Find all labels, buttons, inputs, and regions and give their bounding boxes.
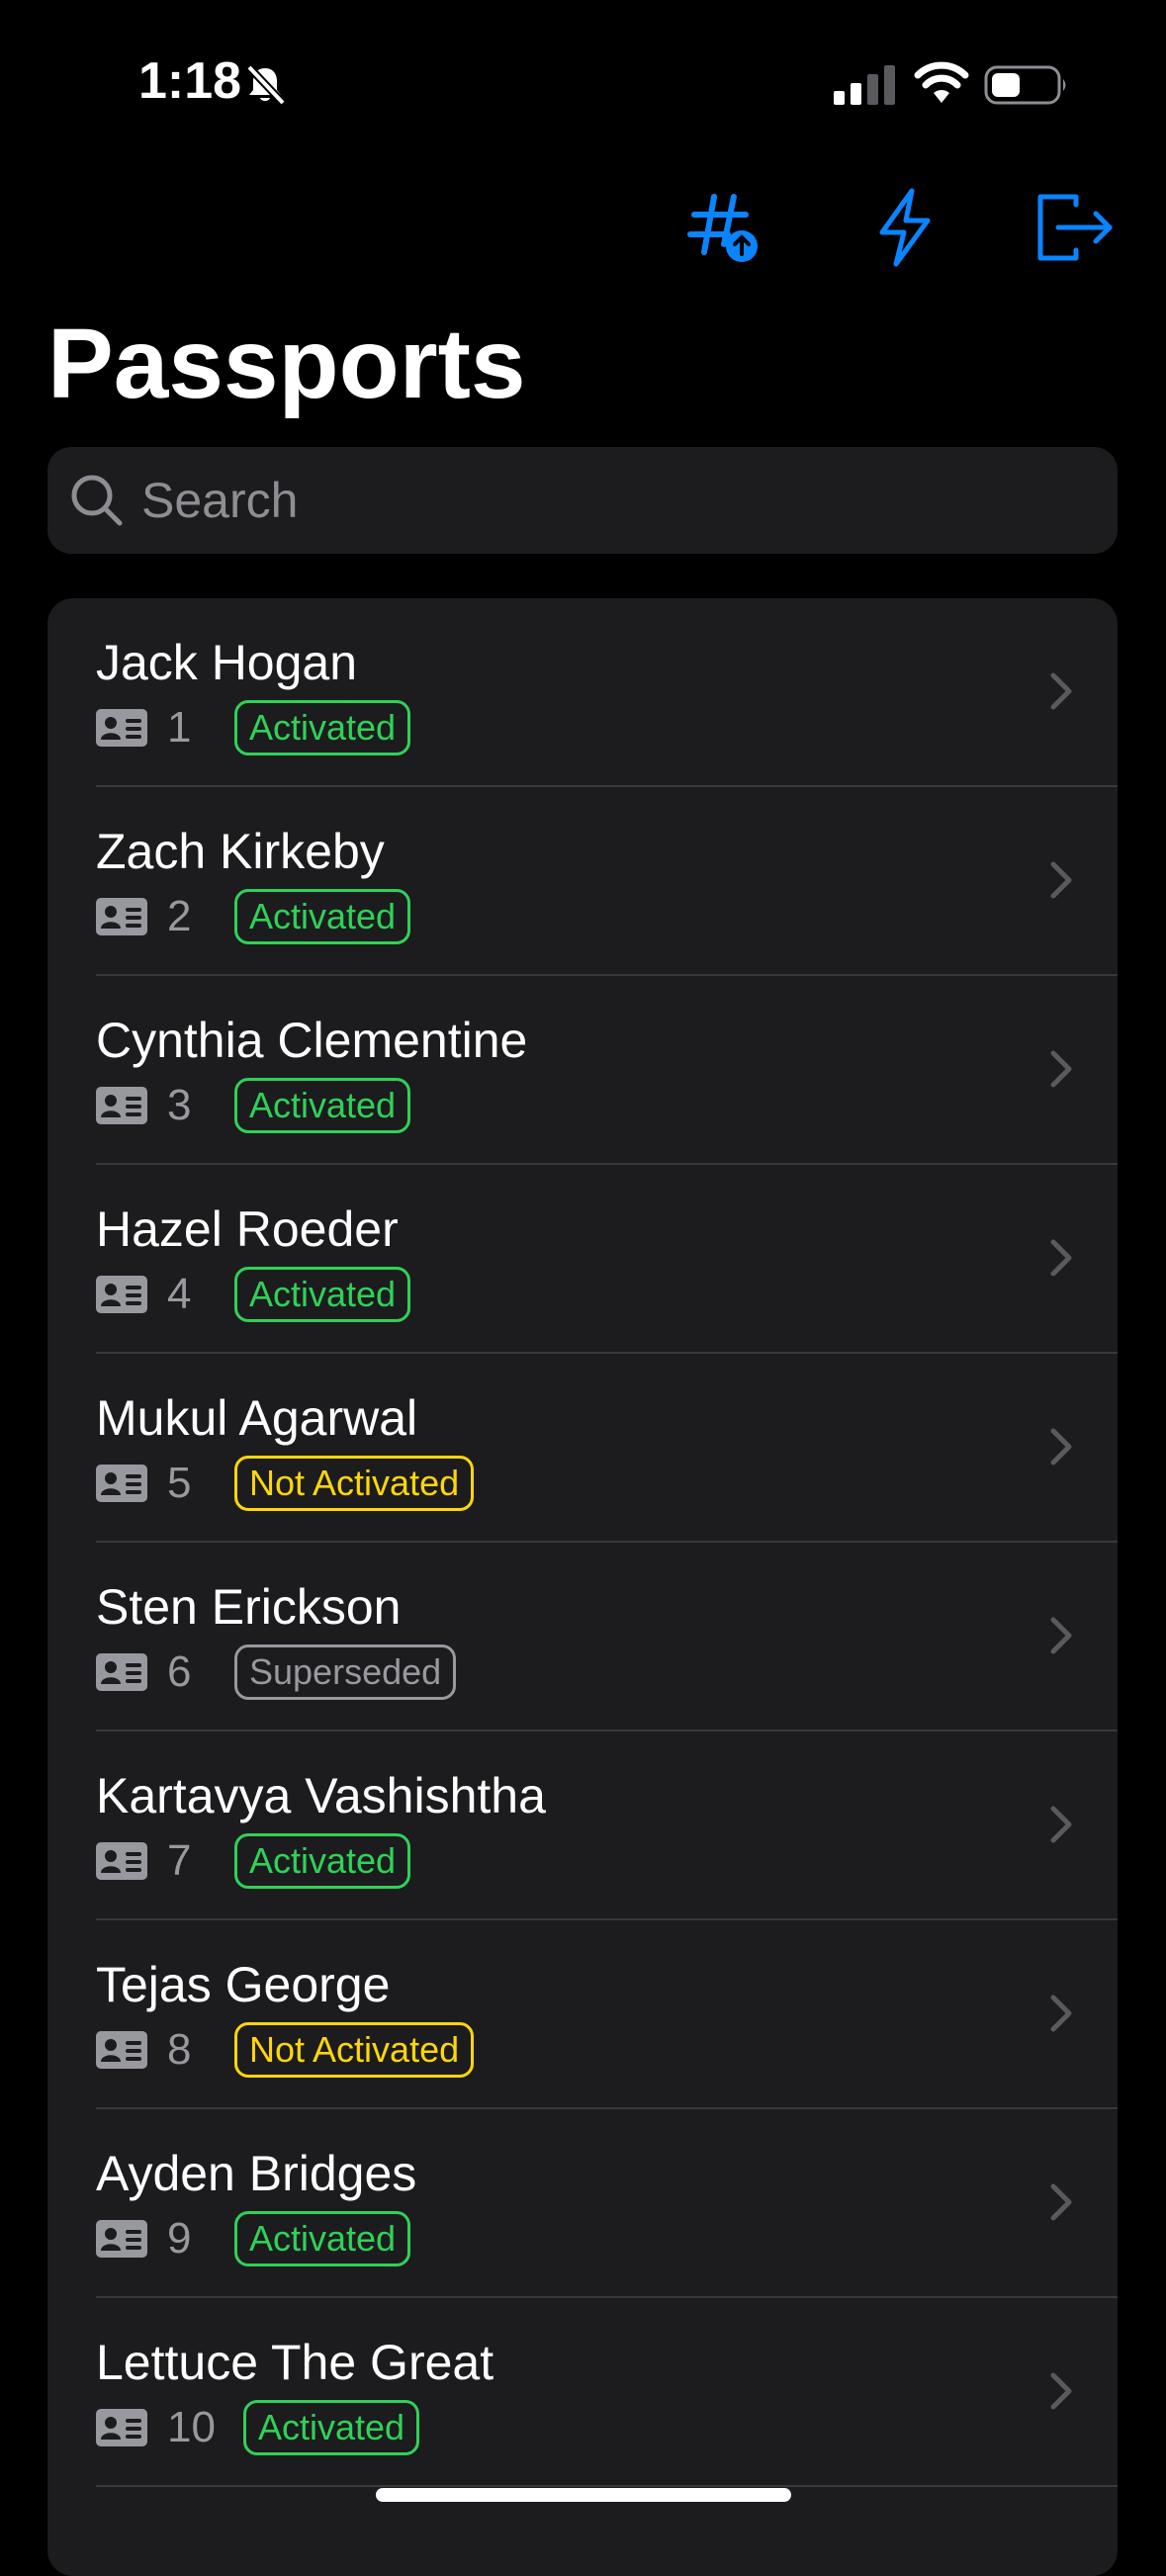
id-card-icon bbox=[96, 898, 147, 935]
status-badge: Activated bbox=[234, 1267, 411, 1322]
passport-row[interactable]: Cynthia Clementine 3 Activated bbox=[47, 976, 1118, 1165]
passport-row[interactable]: Jack Hogan 1 Activated bbox=[47, 598, 1118, 787]
id-card-icon bbox=[96, 709, 147, 747]
chevron-right-icon bbox=[1050, 861, 1072, 899]
passport-row[interactable]: Mukul Agarwal 5 Not Activated bbox=[47, 1354, 1118, 1543]
passport-number: 2 bbox=[167, 892, 192, 940]
passport-name: Mukul Agarwal bbox=[96, 1390, 418, 1446]
cellular-signal-icon bbox=[834, 65, 895, 105]
passport-number: 7 bbox=[167, 1836, 192, 1885]
lightning-bolt-button[interactable] bbox=[860, 183, 949, 272]
passport-name: Cynthia Clementine bbox=[96, 1013, 528, 1068]
passport-meta: 1 Activated bbox=[96, 699, 411, 756]
passport-meta: 3 Activated bbox=[96, 1077, 411, 1134]
id-card-icon bbox=[96, 2031, 147, 2069]
passport-meta: 9 Activated bbox=[96, 2210, 411, 2267]
passport-meta: 5 Not Activated bbox=[96, 1455, 475, 1512]
passport-name: Jack Hogan bbox=[96, 635, 358, 690]
wifi-icon bbox=[914, 61, 969, 105]
passport-meta: 4 Activated bbox=[96, 1266, 411, 1323]
passport-name: Zach Kirkeby bbox=[96, 824, 385, 879]
passport-name: Sten Erickson bbox=[96, 1579, 402, 1635]
lightning-bolt-icon bbox=[879, 188, 931, 267]
passport-number: 4 bbox=[167, 1270, 192, 1318]
battery-icon bbox=[984, 63, 1069, 107]
chevron-right-icon bbox=[1050, 1806, 1072, 1843]
passport-number: 1 bbox=[167, 703, 192, 752]
passport-number: 3 bbox=[167, 1081, 192, 1129]
passport-row[interactable]: Sten Erickson 6 Superseded bbox=[47, 1543, 1118, 1732]
passport-number: 8 bbox=[167, 2025, 192, 2074]
chevron-right-icon bbox=[1050, 672, 1072, 710]
page-title: Passports bbox=[47, 309, 526, 419]
status-bar: 1:18 bbox=[0, 0, 1166, 168]
chevron-right-icon bbox=[1050, 1428, 1072, 1466]
status-badge: Activated bbox=[234, 1078, 411, 1133]
id-card-icon bbox=[96, 1842, 147, 1880]
passport-number: 10 bbox=[167, 2403, 216, 2451]
search-icon bbox=[69, 473, 125, 528]
passport-name: Kartavya Vashishtha bbox=[96, 1768, 546, 1823]
home-indicator[interactable] bbox=[376, 2488, 791, 2502]
search-input[interactable] bbox=[141, 447, 1091, 554]
passport-name: Lettuce The Great bbox=[96, 2335, 494, 2390]
chevron-right-icon bbox=[1050, 1995, 1072, 2032]
passport-row[interactable]: Hazel Roeder 4 Activated bbox=[47, 1165, 1118, 1354]
logout-icon bbox=[1037, 194, 1113, 261]
status-badge: Activated bbox=[234, 889, 411, 944]
status-badge: Activated bbox=[242, 2400, 420, 2455]
status-badge: Not Activated bbox=[234, 1456, 475, 1511]
passport-meta: 2 Activated bbox=[96, 888, 411, 945]
hashtag-upload-icon bbox=[687, 194, 758, 262]
hashtag-upload-button[interactable] bbox=[680, 183, 769, 272]
status-badge: Activated bbox=[234, 2211, 411, 2266]
passport-list: Jack Hogan 1 Activated Zach Kirkeby 2 Activat… bbox=[47, 598, 1118, 2576]
passport-row[interactable]: Tejas George 8 Not Activated bbox=[47, 1920, 1118, 2109]
passport-row[interactable]: Lettuce The Great 10 Activated bbox=[47, 2298, 1118, 2487]
passport-meta: 10 Activated bbox=[96, 2399, 420, 2456]
status-badge: Activated bbox=[234, 700, 411, 755]
passport-meta: 6 Superseded bbox=[96, 1643, 457, 1701]
passport-meta: 7 Activated bbox=[96, 1832, 411, 1890]
passport-row[interactable]: Zach Kirkeby 2 Activated bbox=[47, 787, 1118, 976]
chevron-right-icon bbox=[1050, 2372, 1072, 2410]
passport-meta: 8 Not Activated bbox=[96, 2021, 475, 2079]
passport-name: Hazel Roeder bbox=[96, 1201, 399, 1257]
id-card-icon bbox=[96, 1087, 147, 1124]
chevron-right-icon bbox=[1050, 1617, 1072, 1654]
passport-number: 5 bbox=[167, 1459, 192, 1507]
bell-slash-icon bbox=[243, 63, 287, 107]
id-card-icon bbox=[96, 1465, 147, 1502]
search-bar[interactable] bbox=[47, 447, 1118, 554]
status-badge: Activated bbox=[234, 1833, 411, 1889]
id-card-icon bbox=[96, 2220, 147, 2258]
passport-number: 6 bbox=[167, 1647, 192, 1696]
id-card-icon bbox=[96, 1276, 147, 1313]
status-badge: Superseded bbox=[234, 1644, 457, 1700]
passport-row[interactable]: Ayden Bridges 9 Activated bbox=[47, 2109, 1118, 2298]
passport-row[interactable]: Kartavya Vashishtha 7 Activated bbox=[47, 1732, 1118, 1920]
logout-button[interactable] bbox=[1029, 183, 1118, 272]
status-time: 1:18 bbox=[138, 52, 242, 110]
passport-name: Ayden Bridges bbox=[96, 2146, 417, 2201]
chevron-right-icon bbox=[1050, 1050, 1072, 1088]
id-card-icon bbox=[96, 1653, 147, 1691]
passport-number: 9 bbox=[167, 2214, 192, 2263]
chevron-right-icon bbox=[1050, 1239, 1072, 1277]
passport-name: Tejas George bbox=[96, 1957, 391, 2012]
status-badge: Not Activated bbox=[234, 2022, 475, 2078]
id-card-icon bbox=[96, 2409, 147, 2446]
chevron-right-icon bbox=[1050, 2183, 1072, 2221]
